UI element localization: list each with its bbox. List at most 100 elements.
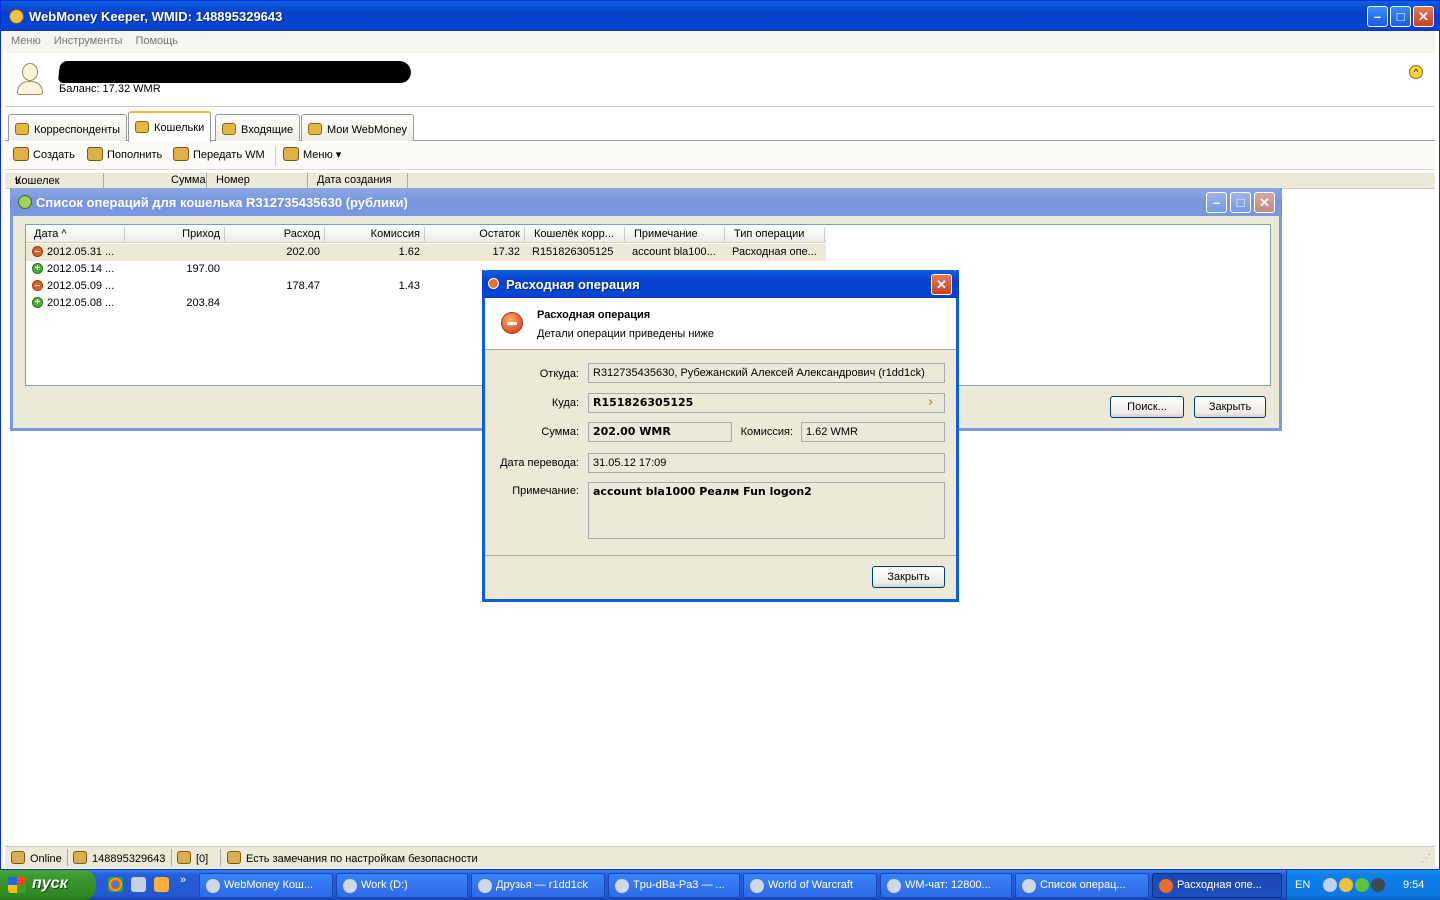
table-row[interactable]: – 2012.05.31 ... 202.00 1.62 17.32 R1518… <box>26 244 826 261</box>
expense-icon <box>1159 879 1173 893</box>
dialog-close-button[interactable]: Закрыть <box>872 566 945 588</box>
operations-title-bar[interactable]: Список операций для кошелька R3127354356… <box>10 188 1282 216</box>
toolbar-separator <box>275 147 276 165</box>
tab-wallets[interactable]: Кошельки <box>128 111 212 142</box>
col-corr-wallet[interactable]: Кошелёк корр... <box>534 228 614 240</box>
resize-grip-icon[interactable]: ⋰ <box>1421 853 1431 864</box>
status-security[interactable]: Есть замечания по настройкам безопасност… <box>227 851 478 865</box>
expense-operation-dialog: Расходная операция ✕ Расходная операция … <box>482 270 959 602</box>
col-number[interactable]: Номер <box>216 174 250 186</box>
taskbar: пуск » WebMoney Кош... Work (D:) Друзья … <box>0 870 1440 900</box>
menu-item-menu[interactable]: Меню <box>5 31 45 47</box>
ops-close-text-button[interactable]: Закрыть <box>1194 396 1266 418</box>
operations-window-title: Список операций для кошелька R3127354356… <box>36 195 408 210</box>
tray-arrow-icon[interactable] <box>1323 878 1337 892</box>
printer-icon <box>177 851 191 864</box>
mail-icon[interactable] <box>154 877 169 892</box>
maximize-button[interactable]: □ <box>1390 6 1411 27</box>
col-created[interactable]: Дата создания <box>317 174 392 186</box>
dialog-heading: Расходная операция <box>537 309 651 321</box>
language-indicator[interactable]: EN <box>1295 879 1310 891</box>
ops-maximize-button[interactable]: □ <box>1230 192 1251 213</box>
tray-steam-icon[interactable] <box>1371 878 1385 892</box>
status-messages[interactable]: [0] <box>177 851 208 865</box>
chrome-icon[interactable] <box>108 877 123 892</box>
start-button[interactable]: пуск <box>0 870 96 900</box>
create-wallet-icon <box>13 147 29 161</box>
tab-incoming[interactable]: Входящие <box>215 114 301 141</box>
security-icon <box>227 851 241 864</box>
menu-item-help[interactable]: Помощь <box>129 31 182 47</box>
expense-icon: – <box>32 280 43 291</box>
dialog-subheading: Детали операции приведены ниже <box>537 328 715 340</box>
taskbar-item-ops-list[interactable]: Список операц... <box>1015 873 1149 898</box>
dialog-title: Расходная операция <box>506 277 640 292</box>
topup-icon <box>87 147 103 161</box>
minimize-button[interactable]: – <box>1367 6 1388 27</box>
ops-minimize-button[interactable]: – <box>1206 192 1227 213</box>
col-income[interactable]: Приход <box>126 228 220 240</box>
ops-close-button[interactable]: ✕ <box>1254 192 1275 213</box>
note-field[interactable]: account bla1000 Реалм Fun logon2 <box>588 482 945 539</box>
status-wmid[interactable]: 148895329643 <box>73 851 165 865</box>
taskbar-item-webmoney[interactable]: WebMoney Кош... <box>199 873 333 898</box>
taskbar-item-chat[interactable]: Tpu-dBa-Pa3 — ... <box>608 873 740 898</box>
toolbar: Создать Пополнить Передать WM Меню ▾ <box>5 142 1435 170</box>
chevron-more-icon[interactable]: » <box>180 874 186 886</box>
to-field[interactable]: R151826305125 › <box>588 393 945 413</box>
col-date[interactable]: Дата ^ <box>34 228 67 240</box>
wallet-list-icon <box>18 195 32 209</box>
topup-button[interactable]: Пополнить <box>87 147 162 161</box>
wallet-column-header: Кошелек v Сумма Номер Дата создания <box>5 173 1435 189</box>
expense-large-icon <box>501 312 523 334</box>
status-online[interactable]: Online <box>11 851 62 865</box>
col-note[interactable]: Примечание <box>634 228 698 240</box>
balance-text: Баланс: 17.32 WMR <box>59 83 161 95</box>
taskbar-item-wow[interactable]: World of Warcraft <box>743 873 877 898</box>
menu-item-tools[interactable]: Инструменты <box>48 31 127 47</box>
taskbar-item-expense-dialog[interactable]: Расходная опе... <box>1152 873 1282 898</box>
arrow-right-icon[interactable]: › <box>928 396 940 410</box>
amount-field[interactable]: 202.00 WMR <box>588 422 732 442</box>
tray-webmoney-icon[interactable] <box>1339 878 1353 892</box>
close-button[interactable]: ✕ <box>1413 6 1434 27</box>
redacted-name <box>57 61 413 83</box>
collapse-up-icon[interactable]: ^ <box>1409 65 1423 79</box>
mobile-icon[interactable] <box>131 877 146 892</box>
dialog-header: Расходная операция Детали операции приве… <box>485 298 956 350</box>
search-button[interactable]: Поиск... <box>1110 396 1184 418</box>
clock: 9:54 <box>1403 879 1425 891</box>
col-amount[interactable]: Сумма <box>171 174 206 186</box>
col-expense[interactable]: Расход <box>226 228 320 240</box>
menu-dropdown-button[interactable]: Меню ▾ <box>283 147 341 161</box>
from-field[interactable]: R312735435630, Рубежанский Алексей Алекс… <box>588 363 945 383</box>
tray-shield-icon[interactable] <box>1355 878 1369 892</box>
sort-up-icon: ^ <box>61 228 67 240</box>
col-rest[interactable]: Остаток <box>426 228 520 240</box>
col-op-type[interactable]: Тип операции <box>734 228 804 240</box>
create-button[interactable]: Создать <box>13 147 75 161</box>
tab-correspondents[interactable]: Корреспонденты <box>8 114 128 141</box>
tab-bar: Корреспонденты Кошельки Входящие Мои Web… <box>5 111 1435 142</box>
steam-icon <box>478 879 492 893</box>
menu-icon <box>283 147 299 161</box>
taskbar-item-wmchat[interactable]: WM-чат: 12800... <box>880 873 1012 898</box>
account-header: Баланс: 17.32 WMR ^ <box>5 53 1435 107</box>
avatar <box>15 61 45 97</box>
taskbar-item-work[interactable]: Work (D:) <box>336 873 468 898</box>
amount-label: Сумма: <box>541 426 579 438</box>
wow-icon <box>750 879 764 893</box>
globe-icon <box>308 123 322 135</box>
transfer-wm-button[interactable]: Передать WM <box>173 147 265 161</box>
online-icon <box>11 851 25 864</box>
main-title-bar[interactable]: WebMoney Keeper, WMID: 148895329643 – □ … <box>1 1 1439 31</box>
tab-my-webmoney[interactable]: Мои WebMoney <box>301 114 415 141</box>
from-label: Откуда: <box>539 368 579 380</box>
taskbar-item-friends[interactable]: Друзья — r1dd1ck <box>471 873 605 898</box>
dialog-close-icon[interactable]: ✕ <box>931 274 952 295</box>
date-field[interactable]: 31.05.12 17:09 <box>588 453 945 473</box>
dialog-title-bar[interactable]: Расходная операция ✕ <box>482 270 959 298</box>
fee-field[interactable]: 1.62 WMR <box>801 422 945 442</box>
col-fee[interactable]: Комиссия <box>326 228 420 240</box>
to-label: Куда: <box>551 397 579 409</box>
